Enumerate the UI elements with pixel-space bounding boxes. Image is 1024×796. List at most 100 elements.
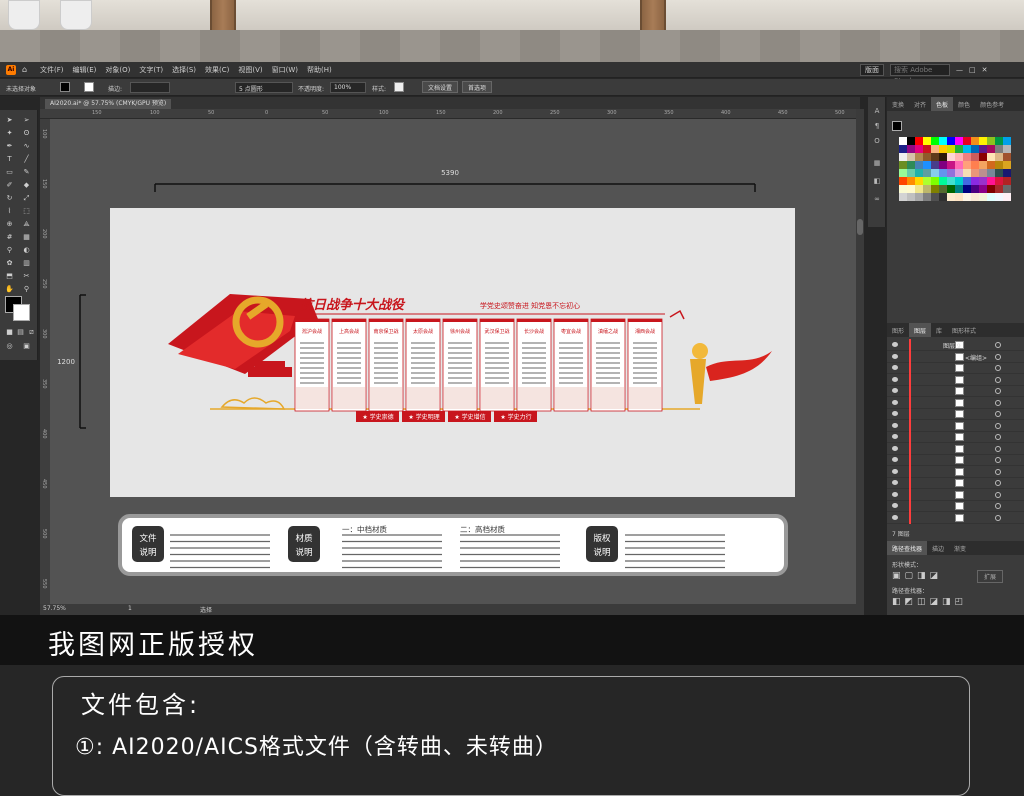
vertical-scrollbar[interactable]	[856, 109, 864, 607]
eyedropper-icon[interactable]: ⚲	[5, 246, 14, 255]
menu-select[interactable]: 选择(S)	[172, 65, 196, 75]
swatch[interactable]	[947, 153, 955, 161]
swatch[interactable]	[931, 185, 939, 193]
swatch[interactable]	[899, 153, 907, 161]
layer-row[interactable]	[887, 373, 1024, 386]
stroke-swatch[interactable]	[84, 82, 94, 92]
swatch[interactable]	[987, 177, 995, 185]
swatch[interactable]	[907, 177, 915, 185]
swatch[interactable]	[899, 145, 907, 153]
minimize-icon[interactable]: —	[956, 66, 963, 74]
swatch[interactable]	[987, 153, 995, 161]
swatch[interactable]	[899, 137, 907, 145]
swatch[interactable]	[971, 153, 979, 161]
target-icon[interactable]	[995, 388, 1001, 394]
eye-icon[interactable]	[892, 365, 898, 370]
swatch[interactable]	[995, 145, 1003, 153]
swatch[interactable]	[987, 161, 995, 169]
tab-gradient[interactable]: 渐变	[949, 541, 971, 555]
canvas-area[interactable]: 5390 1200 抗日战争十大战役 学党史颂赞奋进 知党恩不忘初心 淞沪会战 上…	[50, 119, 856, 607]
swatch[interactable]	[955, 177, 963, 185]
target-icon[interactable]	[995, 434, 1001, 440]
eye-icon[interactable]	[892, 388, 898, 393]
warp-tool-icon[interactable]: ⌇	[5, 207, 14, 216]
swatch[interactable]	[971, 185, 979, 193]
swatch[interactable]	[1003, 137, 1011, 145]
swatch[interactable]	[939, 145, 947, 153]
tab-color[interactable]: 颜色	[953, 97, 975, 111]
eye-icon[interactable]	[892, 422, 898, 428]
swatch[interactable]	[963, 169, 971, 177]
target-icon[interactable]	[995, 342, 1001, 348]
target-icon[interactable]	[995, 365, 1001, 371]
layer-row[interactable]	[887, 477, 1024, 489]
swatch[interactable]	[931, 153, 939, 161]
brush-tool-icon[interactable]: ✎	[22, 168, 31, 177]
rotate-tool-icon[interactable]: ↻	[5, 194, 14, 203]
swatch[interactable]	[947, 145, 955, 153]
eye-icon[interactable]	[892, 468, 898, 474]
swatch[interactable]	[987, 169, 995, 177]
swatch[interactable]	[995, 185, 1003, 193]
tab-graphic-styles[interactable]: 图形样式	[947, 323, 981, 337]
swatch[interactable]	[907, 161, 915, 169]
swatch[interactable]	[915, 153, 923, 161]
target-icon[interactable]	[995, 468, 1001, 475]
swatch[interactable]	[915, 185, 923, 193]
swatch[interactable]	[1003, 153, 1011, 161]
swatch[interactable]	[915, 193, 923, 201]
swatch[interactable]	[963, 137, 971, 145]
swatch[interactable]	[955, 153, 963, 161]
type-tool-icon[interactable]: T	[5, 155, 14, 164]
swatch[interactable]	[995, 177, 1003, 185]
target-icon[interactable]	[995, 376, 1001, 383]
swatch[interactable]	[955, 145, 963, 153]
expand-button[interactable]: 扩展	[977, 570, 1004, 583]
swatch[interactable]	[971, 137, 979, 145]
eye-icon[interactable]	[892, 376, 898, 382]
preferences-button[interactable]: 首选项	[462, 81, 493, 93]
zoom-level[interactable]: 57.75%	[43, 605, 66, 612]
tab-swatches[interactable]: 色板	[931, 97, 954, 111]
swatch[interactable]	[1003, 169, 1011, 177]
selection-tool-icon[interactable]: ➤	[5, 116, 14, 125]
glyph-panel-icon[interactable]: O	[872, 137, 882, 147]
layer-row[interactable]: 图层 9	[887, 339, 1024, 351]
eye-icon[interactable]	[892, 353, 898, 359]
gradient-tool-icon[interactable]: ▦	[22, 233, 31, 242]
swatch[interactable]	[1003, 193, 1011, 201]
target-icon[interactable]	[995, 503, 1001, 509]
swatch[interactable]	[899, 177, 907, 185]
layer-row[interactable]	[887, 419, 1024, 432]
swatch[interactable]	[955, 137, 963, 145]
artboard-tool-icon[interactable]: ⬒	[5, 272, 14, 281]
line-tool-icon[interactable]: ╱	[22, 155, 31, 164]
swatch[interactable]	[1003, 177, 1011, 185]
layer-row[interactable]	[887, 454, 1024, 466]
blend-tool-icon[interactable]: ◐	[22, 246, 31, 255]
scroll-thumb[interactable]	[857, 219, 863, 235]
menu-object[interactable]: 对象(O)	[105, 65, 130, 75]
stroke-color-box[interactable]	[13, 304, 30, 321]
swatch[interactable]	[915, 169, 923, 177]
eraser-tool-icon[interactable]: ◆	[22, 181, 31, 190]
swatch[interactable]	[987, 137, 995, 145]
draw-mode-icon[interactable]: ◎	[5, 342, 14, 351]
swatch[interactable]	[931, 169, 939, 177]
tab-stroke[interactable]: 描边	[927, 541, 949, 555]
swatch-grid[interactable]	[899, 137, 1011, 201]
artboard-number[interactable]: 1	[128, 605, 132, 612]
screen-mode-icon[interactable]: ▣	[22, 342, 31, 351]
swatch[interactable]	[979, 161, 987, 169]
symbol-sprayer-icon[interactable]: ✿	[5, 259, 14, 268]
target-icon[interactable]	[995, 480, 1001, 486]
menu-effect[interactable]: 效果(C)	[205, 65, 229, 75]
swatch[interactable]	[931, 145, 939, 153]
eye-icon[interactable]	[892, 399, 898, 405]
target-icon[interactable]	[995, 422, 1001, 429]
magic-wand-icon[interactable]: ✦	[5, 129, 14, 138]
swatch[interactable]	[923, 169, 931, 177]
layer-row[interactable]	[887, 465, 1024, 478]
maximize-icon[interactable]: □	[969, 66, 976, 74]
rectangle-tool-icon[interactable]: ▭	[5, 168, 14, 177]
